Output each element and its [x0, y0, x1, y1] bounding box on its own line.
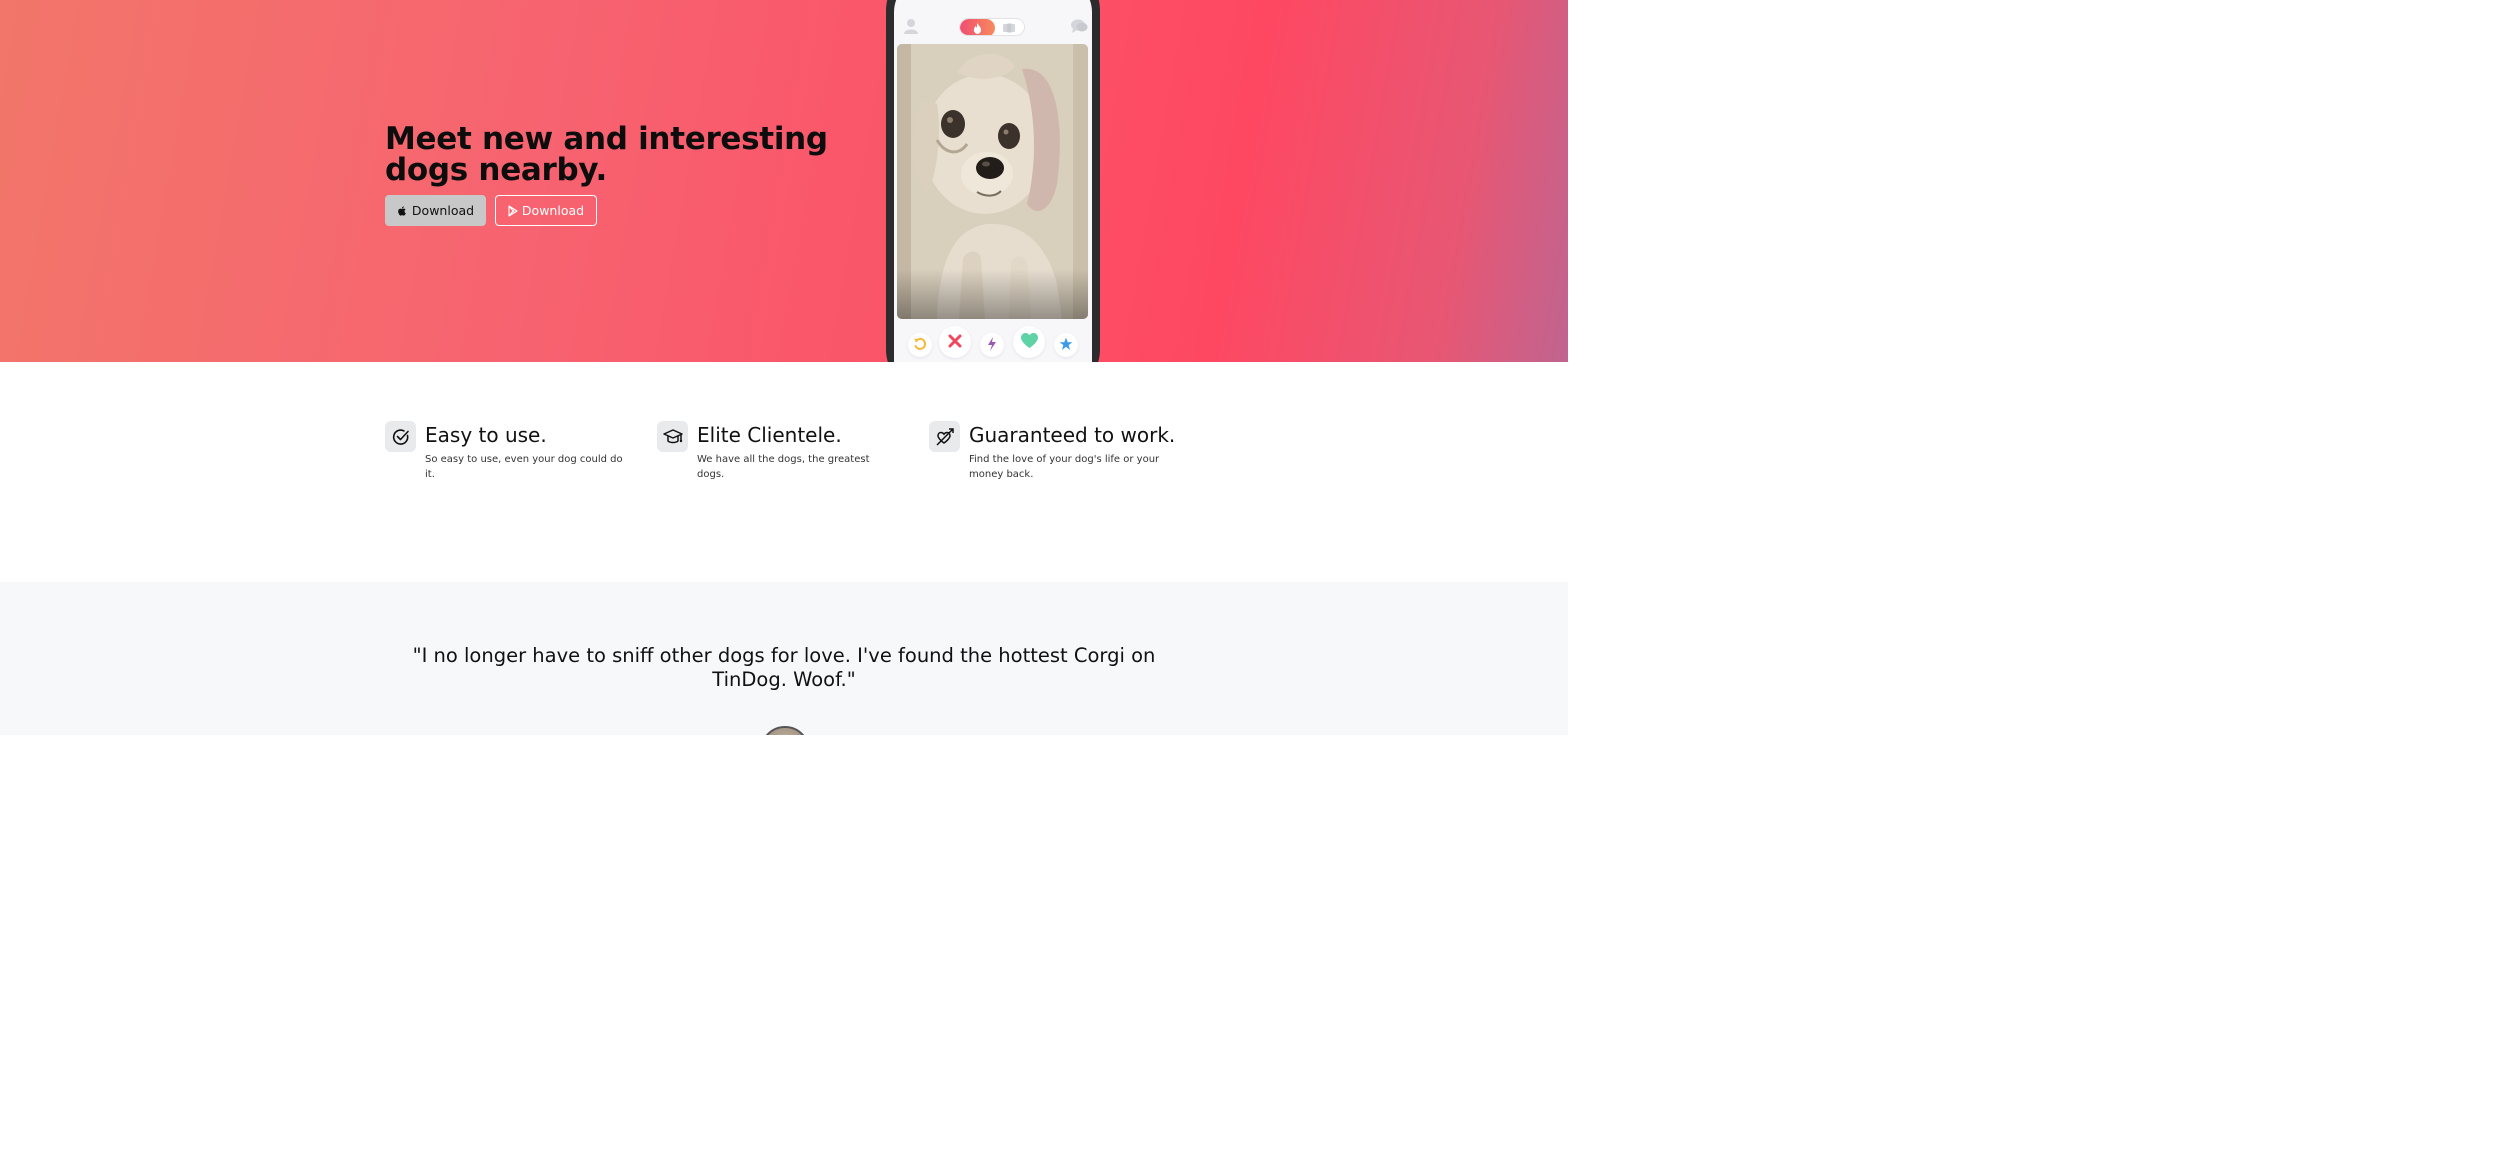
dog-illustration: [897, 44, 1088, 319]
superlike-button[interactable]: [1054, 333, 1078, 357]
apple-icon: [397, 205, 408, 217]
check-circle-icon: [385, 421, 416, 452]
testimonial-quote: "I no longer have to sniff other dogs fo…: [412, 644, 1156, 691]
boost-button[interactable]: [980, 333, 1004, 357]
messages-icon[interactable]: [1071, 19, 1088, 38]
feature-title: Elite Clientele.: [697, 423, 842, 447]
phone-mockup: [886, 0, 1100, 362]
profile-icon[interactable]: [904, 18, 918, 38]
hero-title-line-2: dogs nearby.: [385, 152, 607, 188]
play-download-label: Download: [521, 203, 585, 218]
features-section: Easy to use. So easy to use, even your d…: [0, 362, 1568, 582]
flame-icon[interactable]: [960, 19, 995, 35]
nope-icon: [948, 333, 962, 352]
feature-text: So easy to use, even your dog could do i…: [425, 454, 623, 480]
testimonial-avatar: [760, 726, 810, 735]
mode-toggle[interactable]: [959, 18, 1025, 36]
dog-photo: [897, 44, 1088, 319]
superlike-icon: [1059, 336, 1073, 355]
hero-section: Meet new and interesting dogs nearby. Do…: [0, 0, 1568, 362]
like-icon: [1020, 332, 1038, 352]
nope-button[interactable]: [939, 326, 971, 358]
testimonial-section: "I no longer have to sniff other dogs fo…: [0, 582, 1568, 735]
like-button[interactable]: [1013, 326, 1045, 358]
play-icon: [508, 204, 518, 217]
feature-text: We have all the dogs, the greatest dogs.: [697, 454, 870, 480]
feature-title: Guaranteed to work.: [969, 423, 1176, 447]
hero-title: Meet new and interesting dogs nearby.: [385, 124, 828, 186]
feature-title: Easy to use.: [425, 423, 547, 447]
swipe-icon[interactable]: [993, 19, 1024, 35]
heart-arrow-icon: [929, 421, 960, 452]
boost-icon: [987, 336, 997, 355]
apple-download-label: Download: [411, 203, 475, 218]
rewind-button[interactable]: [908, 333, 932, 357]
graduation-cap-icon: [657, 421, 688, 452]
apple-download-button[interactable]: Download: [385, 195, 486, 226]
phone-screen: [894, 0, 1092, 362]
rewind-icon: [913, 336, 927, 355]
google-play-download-button[interactable]: Download: [495, 195, 597, 226]
feature-text: Find the love of your dog's life or your…: [969, 454, 1160, 480]
